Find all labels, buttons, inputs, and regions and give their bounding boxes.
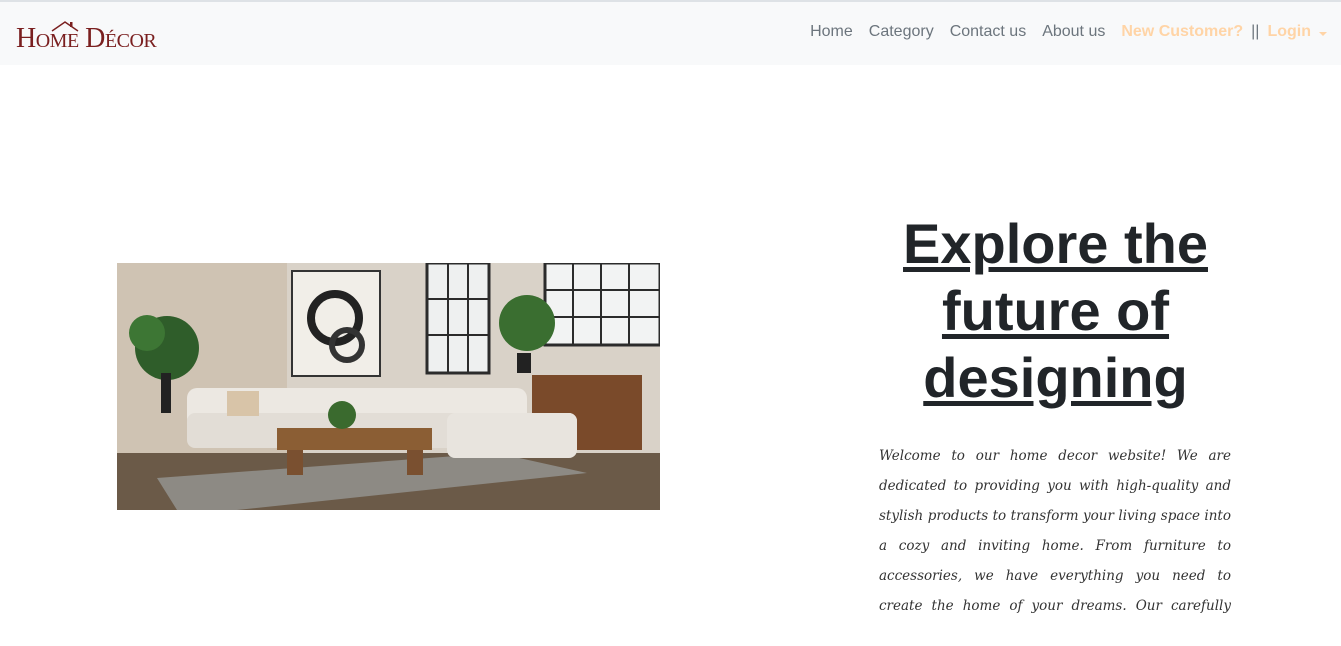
login-dropdown[interactable]: Login [1267,23,1327,41]
brand-logo[interactable]: Home Décor [16,20,168,54]
nav-separator: || [1251,23,1260,40]
brand-name: Home Décor [16,23,157,54]
hero-description: Welcome to our home decor website! We ar… [879,448,1231,614]
nav-links: Home Category Contact us About us New Cu… [810,20,1327,44]
login-label: Login [1267,23,1311,40]
navbar: Home Décor Home Category Contact us Abou… [0,0,1341,65]
nav-home-link[interactable]: Home [810,23,853,41]
new-customer-link[interactable]: New Customer? [1121,23,1243,41]
nav-contact-link[interactable]: Contact us [950,23,1026,41]
chevron-down-icon [1319,32,1327,36]
hero-title: Explore the future of designing [903,212,1208,409]
nav-about-link[interactable]: About us [1042,23,1105,41]
nav-category-link[interactable]: Category [869,23,934,41]
living-room-image [117,263,660,510]
